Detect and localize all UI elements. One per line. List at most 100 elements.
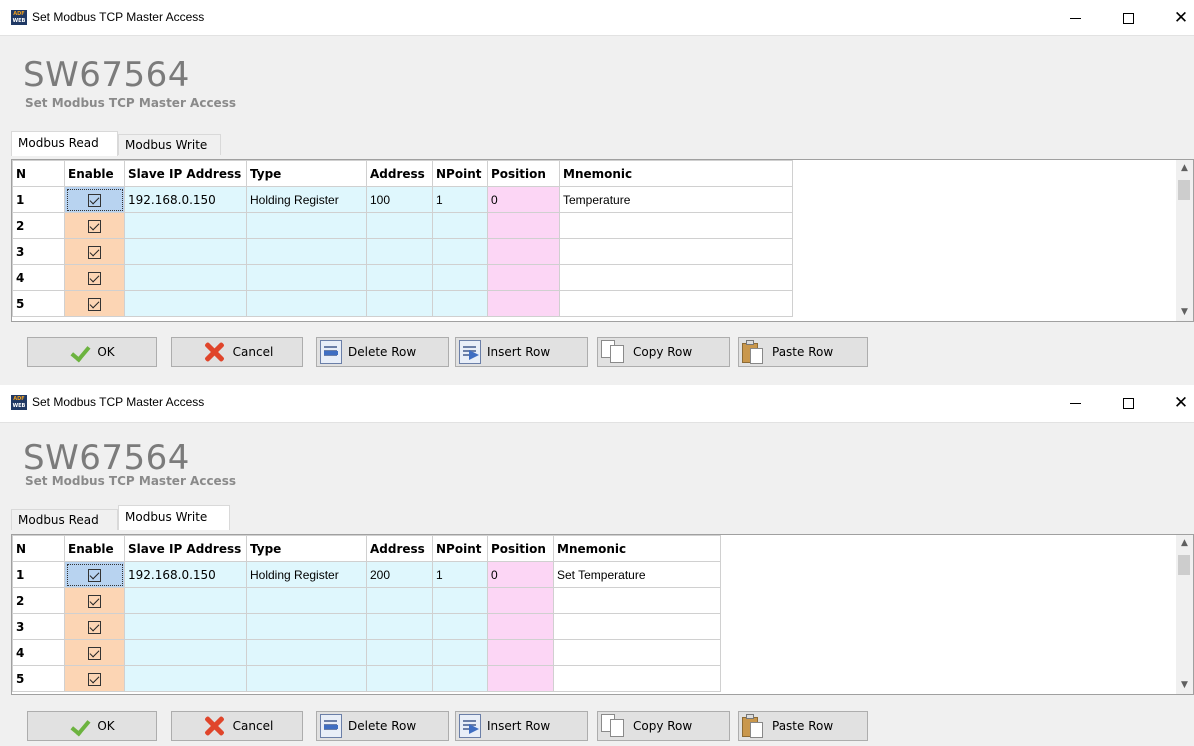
position-cell[interactable]: 0 <box>487 561 554 588</box>
slave-ip-cell[interactable] <box>124 587 247 614</box>
scroll-thumb[interactable] <box>1178 555 1190 575</box>
mnemonic-cell[interactable] <box>553 587 721 614</box>
type-cell[interactable] <box>246 212 367 239</box>
scroll-up-icon[interactable]: ▲ <box>1176 535 1193 552</box>
table-row[interactable]: 5 <box>12 665 721 692</box>
position-cell[interactable] <box>487 613 554 640</box>
slave-ip-cell[interactable] <box>124 290 247 317</box>
table-row[interactable]: 1 192.168.0.150 Holding Register 200 1 0… <box>12 561 721 588</box>
slave-ip-cell[interactable] <box>124 238 247 265</box>
tab-modbus-write[interactable]: Modbus Write <box>118 134 221 155</box>
enable-checkbox[interactable] <box>88 568 101 582</box>
mnemonic-cell[interactable] <box>559 212 793 239</box>
slave-ip-cell[interactable] <box>124 665 247 692</box>
position-cell[interactable] <box>487 212 560 239</box>
col-header-position[interactable]: Position <box>487 160 560 187</box>
enable-cell[interactable] <box>64 290 125 317</box>
close-icon[interactable]: ✕ <box>1158 0 1194 36</box>
minimize-icon[interactable] <box>1052 0 1098 36</box>
address-cell[interactable] <box>366 639 433 666</box>
type-cell[interactable] <box>246 264 367 291</box>
close-icon[interactable]: ✕ <box>1158 385 1194 421</box>
ok-button[interactable]: OK <box>27 711 157 741</box>
address-cell[interactable]: 100 <box>366 186 433 213</box>
col-header-enable[interactable]: Enable <box>64 535 125 562</box>
position-cell[interactable] <box>487 238 560 265</box>
address-cell[interactable] <box>366 587 433 614</box>
insert-row-button[interactable]: Insert Row <box>455 711 588 741</box>
vertical-scrollbar[interactable]: ▲ ▼ <box>1176 160 1193 321</box>
address-cell[interactable]: 200 <box>366 561 433 588</box>
paste-row-button[interactable]: Paste Row <box>738 337 868 367</box>
table-row[interactable]: 1 192.168.0.150 Holding Register 100 1 0… <box>12 186 793 213</box>
col-header-npoint[interactable]: NPoint <box>432 535 488 562</box>
scroll-thumb[interactable] <box>1178 180 1190 200</box>
mnemonic-cell[interactable]: Set Temperature <box>553 561 721 588</box>
enable-cell[interactable] <box>64 186 125 213</box>
position-cell[interactable] <box>487 290 560 317</box>
enable-checkbox[interactable] <box>88 297 101 311</box>
mnemonic-cell[interactable]: Temperature <box>559 186 793 213</box>
npoint-cell[interactable]: 1 <box>432 561 488 588</box>
enable-checkbox[interactable] <box>88 594 101 608</box>
tab-modbus-read[interactable]: Modbus Read <box>11 131 118 156</box>
col-header-npoint[interactable]: NPoint <box>432 160 488 187</box>
enable-cell[interactable] <box>64 639 125 666</box>
type-cell[interactable] <box>246 290 367 317</box>
position-cell[interactable] <box>487 264 560 291</box>
data-grid[interactable]: N Enable Slave IP Address Type Address N… <box>11 534 1194 695</box>
data-grid[interactable]: N Enable Slave IP Address Type Address N… <box>11 159 1194 322</box>
address-cell[interactable] <box>366 665 433 692</box>
cancel-button[interactable]: Cancel <box>171 337 303 367</box>
slave-ip-cell[interactable] <box>124 212 247 239</box>
table-row[interactable]: 3 <box>12 238 793 265</box>
delete-row-button[interactable]: Delete Row <box>316 711 449 741</box>
address-cell[interactable] <box>366 290 433 317</box>
table-row[interactable]: 4 <box>12 639 721 666</box>
type-cell[interactable] <box>246 238 367 265</box>
position-cell[interactable] <box>487 639 554 666</box>
enable-checkbox[interactable] <box>88 646 101 660</box>
table-row[interactable]: 5 <box>12 290 793 317</box>
paste-row-button[interactable]: Paste Row <box>738 711 868 741</box>
insert-row-button[interactable]: Insert Row <box>455 337 588 367</box>
mnemonic-cell[interactable] <box>553 639 721 666</box>
slave-ip-cell[interactable] <box>124 613 247 640</box>
tab-modbus-write[interactable]: Modbus Write <box>118 505 230 530</box>
col-header-slave-ip[interactable]: Slave IP Address <box>124 535 247 562</box>
npoint-cell[interactable] <box>432 264 488 291</box>
enable-checkbox[interactable] <box>88 672 101 686</box>
scroll-down-icon[interactable]: ▼ <box>1176 304 1193 321</box>
vertical-scrollbar[interactable]: ▲ ▼ <box>1176 535 1193 694</box>
table-row[interactable]: 2 <box>12 212 793 239</box>
npoint-cell[interactable] <box>432 587 488 614</box>
delete-row-button[interactable]: Delete Row <box>316 337 449 367</box>
enable-checkbox[interactable] <box>88 620 101 634</box>
position-cell[interactable] <box>487 587 554 614</box>
col-header-address[interactable]: Address <box>366 535 433 562</box>
slave-ip-cell[interactable]: 192.168.0.150 <box>124 186 247 213</box>
maximize-icon[interactable] <box>1105 0 1151 36</box>
npoint-cell[interactable] <box>432 665 488 692</box>
enable-cell[interactable] <box>64 212 125 239</box>
mnemonic-cell[interactable] <box>559 264 793 291</box>
enable-cell[interactable] <box>64 264 125 291</box>
address-cell[interactable] <box>366 613 433 640</box>
table-row[interactable]: 4 <box>12 264 793 291</box>
npoint-cell[interactable] <box>432 212 488 239</box>
col-header-type[interactable]: Type <box>246 160 367 187</box>
minimize-icon[interactable] <box>1052 385 1098 421</box>
address-cell[interactable] <box>366 238 433 265</box>
col-header-type[interactable]: Type <box>246 535 367 562</box>
address-cell[interactable] <box>366 264 433 291</box>
enable-checkbox[interactable] <box>88 245 101 259</box>
col-header-mnemonic[interactable]: Mnemonic <box>559 160 793 187</box>
npoint-cell[interactable] <box>432 639 488 666</box>
mnemonic-cell[interactable] <box>559 290 793 317</box>
type-cell[interactable] <box>246 587 367 614</box>
tab-modbus-read[interactable]: Modbus Read <box>11 509 118 530</box>
position-cell[interactable]: 0 <box>487 186 560 213</box>
npoint-cell[interactable]: 1 <box>432 186 488 213</box>
slave-ip-cell[interactable]: 192.168.0.150 <box>124 561 247 588</box>
enable-checkbox[interactable] <box>88 193 101 207</box>
